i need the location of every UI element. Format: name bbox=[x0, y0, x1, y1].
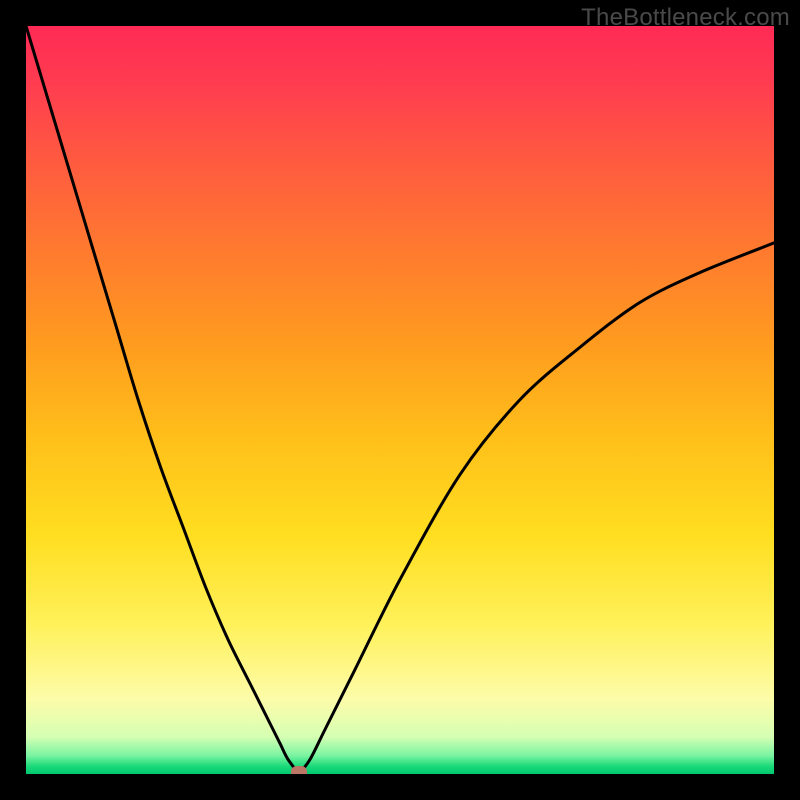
curve-layer bbox=[26, 26, 774, 774]
bottleneck-curve bbox=[26, 26, 774, 774]
plot-area bbox=[26, 26, 774, 774]
optimal-point-marker bbox=[291, 766, 307, 774]
watermark-text: TheBottleneck.com bbox=[581, 4, 790, 32]
chart-frame: TheBottleneck.com bbox=[0, 0, 800, 800]
